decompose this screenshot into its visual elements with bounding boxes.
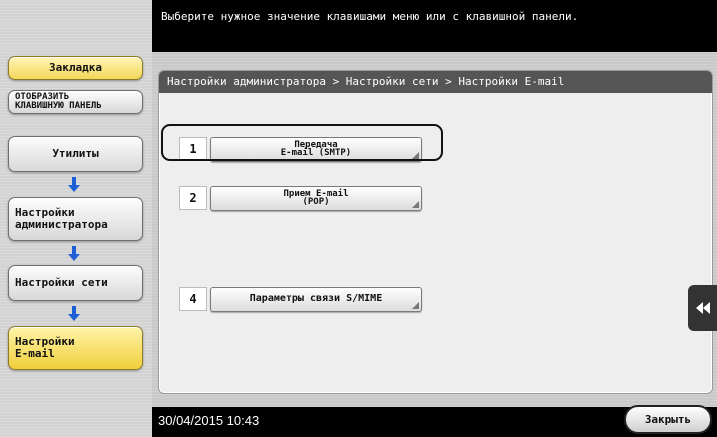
main-area: Настройки администратора > Настройки сет… [152,52,717,407]
double-chevron-left-icon [695,302,710,314]
arrow-down-icon [68,306,80,321]
option-label: Прием E-mail (POP) [283,189,349,207]
sidebar-item-network-settings[interactable]: Настройки сети [8,265,143,301]
close-button[interactable]: Закрыть [624,405,712,434]
bookmark-button[interactable]: Закладка [8,56,143,80]
selection-highlight [161,124,443,161]
breadcrumb: Настройки администратора > Настройки сет… [159,71,712,93]
sidebar: Закладка ОТОБРАЗИТЬ КЛАВИШНУЮ ПАНЕЛЬ Ути… [0,0,152,437]
option-row: 2 Прием E-mail (POP) [179,185,422,211]
sidebar-item-utilities[interactable]: Утилиты [8,136,143,172]
option-number: 2 [179,186,207,210]
header-message: Выберите нужное значение клавишами меню … [152,0,717,52]
arrow-down-icon [68,177,80,192]
arrow-down-icon [68,246,80,261]
email-pop-button[interactable]: Прием E-mail (POP) [210,185,422,211]
datetime: 30/04/2015 10:43 [158,413,260,428]
sidebar-item-email-settings[interactable]: Настройки E-mail [8,326,143,370]
sidebar-item-admin-settings[interactable]: Настройки администратора [8,197,143,241]
corner-icon [412,301,419,309]
option-label: Параметры связи S/MIME [249,293,383,304]
settings-panel: Настройки администратора > Настройки сет… [158,70,713,394]
option-row: 4 Параметры связи S/MIME [179,286,422,312]
corner-icon [412,200,419,208]
option-number: 4 [179,287,207,311]
collapse-tab[interactable] [688,285,717,331]
show-keypad-button[interactable]: ОТОБРАЗИТЬ КЛАВИШНУЮ ПАНЕЛЬ [8,90,143,114]
smime-settings-button[interactable]: Параметры связи S/MIME [210,286,422,312]
